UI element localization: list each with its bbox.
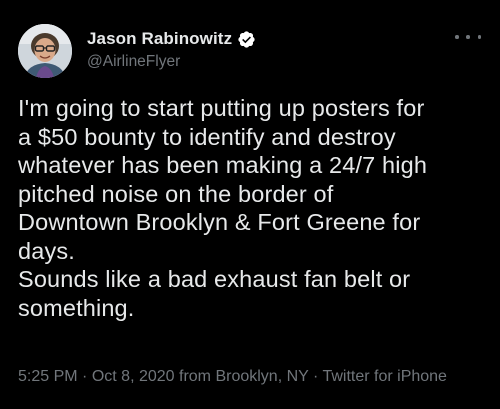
dot bbox=[455, 35, 459, 39]
tweet-meta: 5:25 PM · Oct 8, 2020 from Brooklyn, NY … bbox=[18, 368, 447, 386]
meta-separator: · bbox=[82, 368, 92, 385]
tweet-text-line: pitched noise on the border of bbox=[18, 180, 334, 207]
tweet-text-line: I'm going to start putting up posters fo… bbox=[18, 95, 425, 121]
tweet-text-line: Sounds like a bad exhaust fan belt or bbox=[18, 266, 411, 292]
tweet-text-line: something. bbox=[18, 294, 135, 321]
tweet-source[interactable]: Twitter for iPhone bbox=[322, 368, 447, 385]
dot bbox=[466, 35, 470, 39]
tweet-text-line: a $50 bounty to identify and destroy bbox=[18, 123, 396, 150]
tweet-text-line: whatever has been making a 24/7 high bbox=[18, 152, 428, 178]
author-display-name[interactable]: Jason Rabinowitz bbox=[87, 29, 232, 49]
tweet-text: I'm going to start putting up posters fo… bbox=[18, 94, 488, 322]
author-handle[interactable]: @AirlineFlyer bbox=[87, 53, 256, 71]
author-info: Jason Rabinowitz @AirlineFlyer bbox=[87, 28, 256, 71]
avatar[interactable] bbox=[18, 24, 72, 78]
tweet-text-line: Downtown Brooklyn & Fort Greene for bbox=[18, 209, 421, 235]
tweet-text-line: days. bbox=[18, 237, 75, 264]
verified-badge-icon bbox=[237, 30, 256, 49]
user-avatar-photo bbox=[18, 24, 72, 78]
tweet-time[interactable]: 5:25 PM bbox=[18, 368, 78, 385]
tweet-card: Jason Rabinowitz @AirlineFlyer I'm going… bbox=[0, 0, 500, 409]
author-name-row: Jason Rabinowitz bbox=[87, 28, 256, 50]
dot bbox=[477, 35, 481, 39]
tweet-date-location[interactable]: Oct 8, 2020 from Brooklyn, NY bbox=[92, 368, 309, 385]
more-options-icon[interactable] bbox=[455, 30, 481, 44]
